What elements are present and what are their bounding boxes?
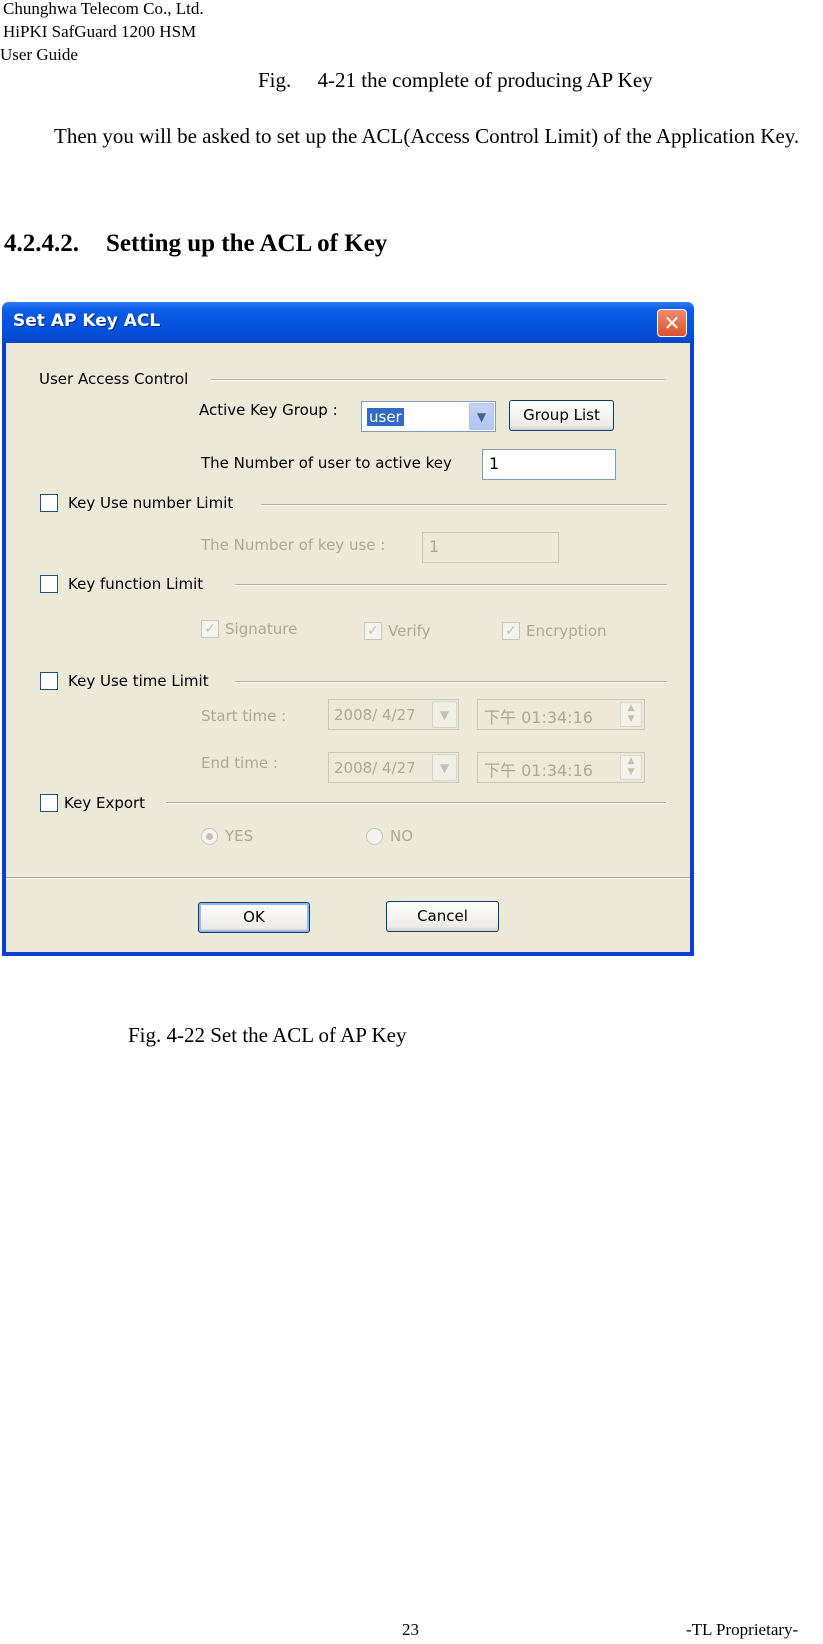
start-date-value: 2008/ 4/27 xyxy=(334,706,416,724)
num-key-use-label: The Number of key use : xyxy=(201,536,386,554)
encryption-label: Encryption xyxy=(526,622,607,640)
group-divider xyxy=(261,504,667,506)
body-paragraph: Then you will be asked to set up the ACL… xyxy=(54,124,800,148)
export-no-label: NO xyxy=(390,827,414,845)
group-divider xyxy=(211,379,666,381)
close-button[interactable]: ✕ xyxy=(657,309,687,337)
key-export-checkbox[interactable] xyxy=(40,794,58,812)
signature-checkbox[interactable]: ✓ xyxy=(201,620,219,638)
num-key-use-input[interactable]: 1 xyxy=(422,532,559,563)
group-divider xyxy=(235,584,667,586)
section-title: Setting up the ACL of Key xyxy=(106,230,388,257)
header-company: Chunghwa Telecom Co., Ltd. xyxy=(3,0,204,18)
key-use-number-label: Key Use number Limit xyxy=(68,494,234,512)
group-list-button[interactable]: Group List xyxy=(509,400,614,431)
key-function-checkbox[interactable] xyxy=(40,575,58,593)
set-ap-key-acl-dialog: Set AP Key ACL ✕ User Access Control Act… xyxy=(2,302,694,956)
section-heading: 4.2.4.2. Setting up the ACL of Key xyxy=(4,230,387,258)
end-date-picker[interactable]: 2008/ 4/27 ▼ xyxy=(328,752,459,783)
section-number: 4.2.4.2. xyxy=(4,230,79,257)
start-time-input[interactable]: 下午 01:34:16 ▲ ▼ xyxy=(477,699,645,730)
header-product: HiPKI SafGuard 1200 HSM xyxy=(3,22,197,41)
key-export-label: Key Export xyxy=(64,794,146,812)
key-time-checkbox[interactable] xyxy=(40,672,58,690)
radio-dot-icon xyxy=(206,833,213,840)
export-yes-label: YES xyxy=(225,827,254,845)
active-key-group-label: Active Key Group : xyxy=(199,401,338,419)
group-divider xyxy=(235,681,667,683)
group-divider xyxy=(166,802,666,804)
num-users-label: The Number of user to active key xyxy=(201,454,452,472)
signature-label: Signature xyxy=(225,620,298,638)
previous-figure-caption: Fig. 4-21 the complete of producing AP K… xyxy=(258,68,653,92)
start-time-label: Start time : xyxy=(201,707,287,725)
user-access-control-label: User Access Control xyxy=(39,370,189,388)
key-function-label: Key function Limit xyxy=(68,575,204,593)
end-date-value: 2008/ 4/27 xyxy=(334,759,416,777)
ok-button[interactable]: OK xyxy=(198,902,310,933)
export-yes-radio[interactable] xyxy=(201,828,218,845)
dialog-title: Set AP Key ACL xyxy=(13,311,161,331)
chevron-down-icon[interactable]: ▼ xyxy=(432,754,457,781)
start-date-picker[interactable]: 2008/ 4/27 ▼ xyxy=(328,699,459,730)
end-time-value: 下午 01:34:16 xyxy=(484,761,593,780)
active-key-group-select[interactable]: user ▼ xyxy=(361,401,496,432)
page-number: 23 xyxy=(402,1620,419,1639)
key-time-label: Key Use time Limit xyxy=(68,672,209,690)
active-key-group-value: user xyxy=(367,408,404,426)
start-time-value: 下午 01:34:16 xyxy=(484,708,593,727)
button-separator xyxy=(6,877,690,879)
key-use-number-checkbox[interactable] xyxy=(40,494,58,512)
end-time-input[interactable]: 下午 01:34:16 ▲ ▼ xyxy=(477,752,645,783)
encryption-checkbox[interactable]: ✓ xyxy=(502,622,520,640)
chevron-down-icon[interactable]: ▼ xyxy=(469,403,494,430)
header-doc: User Guide xyxy=(0,45,78,64)
num-users-input[interactable]: 1 xyxy=(482,449,616,480)
spin-arrows-icon[interactable]: ▲ ▼ xyxy=(620,702,642,727)
figure-caption: Fig. 4-22 Set the ACL of AP Key xyxy=(128,1023,407,1047)
cancel-button[interactable]: Cancel xyxy=(386,901,499,932)
end-time-label: End time : xyxy=(201,754,278,772)
verify-label: Verify xyxy=(388,622,431,640)
chevron-down-icon[interactable]: ▼ xyxy=(432,701,457,728)
export-no-radio[interactable] xyxy=(366,828,383,845)
verify-checkbox[interactable]: ✓ xyxy=(364,622,382,640)
spin-arrows-icon[interactable]: ▲ ▼ xyxy=(620,755,642,780)
dialog-titlebar: Set AP Key ACL ✕ xyxy=(2,302,694,343)
dialog-client-area: User Access Control Active Key Group : u… xyxy=(6,343,690,952)
proprietary-notice: -TL Proprietary- xyxy=(686,1620,799,1639)
